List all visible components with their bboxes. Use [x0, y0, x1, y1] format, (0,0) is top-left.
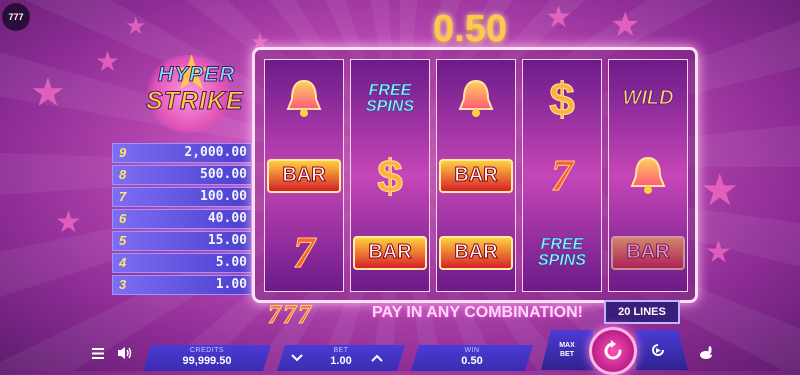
- bet-decrease-chevron-down-icon[interactable]: [291, 352, 303, 366]
- reel-1: BAR 7: [264, 59, 344, 292]
- symbol-free-spins: FREE SPINS: [351, 60, 429, 137]
- star-decor-icon: ★: [55, 205, 82, 240]
- paytable: 9 2,000.00 8 500.00 7 100.00 6 40.00 5 15.00 …: [112, 143, 252, 297]
- symbol-dollar: $: [351, 137, 429, 214]
- credits-panel: CREDITS 99,999.50: [143, 345, 271, 371]
- reel-2: FREE SPINS $ BAR: [350, 59, 430, 292]
- star-decor-icon: ★: [30, 70, 66, 116]
- star-decor-icon: ★: [125, 12, 147, 40]
- bet-increase-chevron-up-icon[interactable]: [371, 352, 383, 366]
- bar-symbol-label: BAR: [611, 235, 685, 270]
- symbol-free-spins: FREE SPINS: [523, 214, 601, 291]
- paytable-row: 4 5.00: [112, 253, 252, 273]
- paytable-count: 5: [119, 233, 127, 248]
- paytable-row: 7 100.00: [112, 187, 252, 207]
- paytable-value: 2,000.00: [184, 145, 247, 160]
- sound-icon[interactable]: [117, 346, 133, 363]
- paytable-value: 100.00: [200, 189, 247, 204]
- bar-symbol-label: BAR: [267, 158, 341, 193]
- bell-icon: [286, 79, 322, 117]
- star-decor-icon: ★: [95, 45, 121, 78]
- combo-sevens: 777: [268, 300, 313, 330]
- symbol-bar: BAR: [609, 214, 687, 291]
- spin-button[interactable]: [589, 327, 637, 375]
- paytable-row: 8 500.00: [112, 165, 252, 185]
- menu-icon[interactable]: [92, 348, 104, 362]
- bell-icon: [630, 156, 666, 194]
- star-decor-icon: ★: [705, 235, 732, 270]
- max-bet-line2: BET: [560, 351, 574, 358]
- symbol-bar: BAR: [437, 214, 515, 291]
- paytable-value: 1.00: [215, 277, 247, 292]
- dollar-symbol-label: $: [377, 149, 404, 202]
- paytable-count: 8: [119, 167, 127, 182]
- reel-5: WILD BAR: [608, 59, 688, 292]
- star-decor-icon: ★: [545, 0, 572, 35]
- reel-4: $ 7 FREE SPINS: [522, 59, 602, 292]
- symbol-bell: [609, 137, 687, 214]
- win-amount-display: 0.50: [433, 8, 507, 50]
- free-spins-line2: SPINS: [365, 97, 415, 115]
- paytable-count: 4: [119, 255, 127, 270]
- paytable-value: 40.00: [207, 211, 247, 226]
- combo-banner: PAY IN ANY COMBINATION!: [372, 304, 583, 321]
- paytable-count: 7: [119, 189, 127, 204]
- seven-symbol-label: 7: [293, 228, 316, 278]
- game-logo: ★ HYPER STRIKE: [130, 45, 250, 133]
- bar-symbol-label: BAR: [439, 235, 513, 270]
- symbol-bar: BAR: [351, 214, 429, 291]
- star-decor-icon: ★: [610, 5, 641, 45]
- logo-word-strike: STRIKE: [146, 87, 244, 116]
- bell-icon: [458, 79, 494, 117]
- dollar-symbol-label: $: [549, 72, 576, 125]
- free-spins-line1: FREE: [540, 235, 584, 253]
- symbol-wild: WILD: [609, 60, 687, 137]
- credits-label: CREDITS: [189, 347, 225, 354]
- paytable-count: 9: [119, 145, 127, 160]
- paytable-row: 5 15.00: [112, 231, 252, 251]
- paytable-row: 6 40.00: [112, 209, 252, 229]
- paytable-value: 5.00: [215, 255, 247, 270]
- paytable-value: 15.00: [207, 233, 247, 248]
- symbol-seven: 7: [265, 214, 343, 291]
- bar-symbol-label: BAR: [353, 235, 427, 270]
- win-label: WIN: [464, 347, 480, 354]
- win-panel: WIN 0.50: [411, 345, 533, 371]
- star-decor-icon: ★: [700, 165, 740, 216]
- paytable-row: 3 1.00: [112, 275, 252, 295]
- lines-badge: 20 LINES: [604, 300, 680, 324]
- bar-symbol-label: BAR: [439, 158, 513, 193]
- symbol-bar: BAR: [265, 137, 343, 214]
- brand-badge[interactable]: 777: [2, 3, 30, 31]
- turbo-rabbit-icon[interactable]: [697, 346, 715, 363]
- credits-value: 99,999.50: [182, 355, 232, 367]
- symbol-dollar: $: [523, 60, 601, 137]
- paytable-row: 9 2,000.00: [112, 143, 252, 163]
- spin-refresh-icon: [604, 340, 622, 360]
- paytable-value: 500.00: [200, 167, 247, 182]
- symbol-bell: [265, 60, 343, 137]
- free-spins-line2: SPINS: [537, 251, 587, 269]
- reel-frame: BAR 7 FREE SPINS $ BAR BAR BAR $ 7 FREE SP…: [252, 47, 698, 303]
- symbol-bar: BAR: [437, 137, 515, 214]
- max-bet-line1: MAX: [559, 342, 575, 349]
- win-value: 0.50: [461, 355, 483, 367]
- symbol-seven: 7: [523, 137, 601, 214]
- free-spins-line1: FREE: [368, 81, 412, 99]
- paytable-count: 3: [119, 277, 127, 292]
- seven-symbol-label: 7: [551, 151, 574, 201]
- logo-word-hyper: HYPER: [157, 63, 236, 87]
- reel-3: BAR BAR: [436, 59, 516, 292]
- paytable-count: 6: [119, 211, 127, 226]
- autoplay-icon: [650, 342, 666, 358]
- symbol-bell: [437, 60, 515, 137]
- wild-symbol-label: WILD: [622, 87, 674, 110]
